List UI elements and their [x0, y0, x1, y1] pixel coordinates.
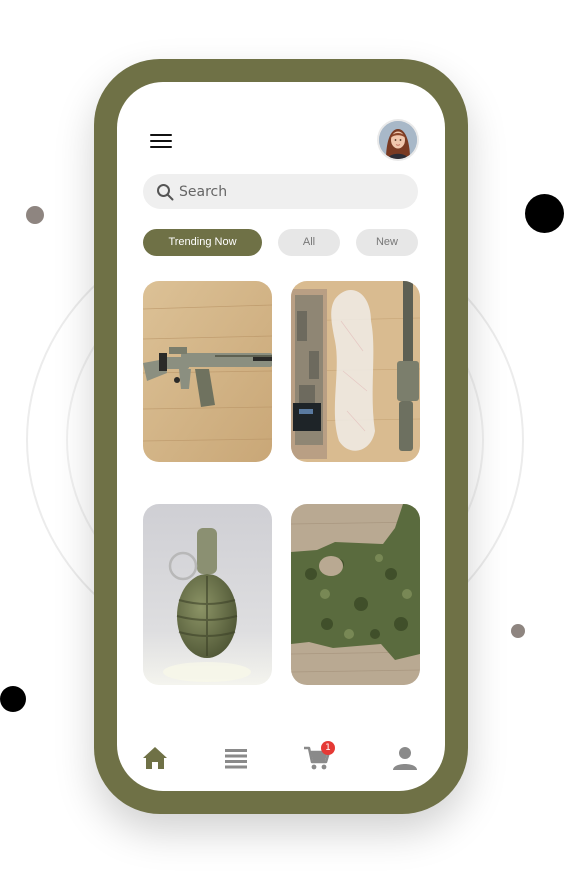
decor-dot [26, 206, 44, 224]
product-card[interactable] [143, 504, 272, 685]
nav-list[interactable] [221, 743, 251, 773]
cart-badge: 1 [321, 741, 335, 755]
search-input[interactable] [179, 174, 409, 209]
rifle-parts-image [291, 281, 420, 462]
nav-home[interactable] [140, 743, 170, 773]
product-card[interactable] [291, 281, 420, 462]
hamburger-menu-icon[interactable] [150, 132, 172, 150]
nav-cart[interactable]: 1 [302, 741, 335, 773]
product-card[interactable] [143, 281, 272, 462]
decor-dot [525, 194, 564, 233]
search-bar[interactable] [143, 174, 418, 209]
assault-rifle-image [143, 281, 272, 462]
app-screen: Trending Now All New [117, 82, 445, 791]
nav-profile[interactable] [390, 743, 420, 773]
decor-dot [0, 686, 26, 712]
profile-icon [393, 747, 417, 770]
app-stage: Trending Now All New [0, 0, 564, 882]
bottom-navigation: 1 [117, 737, 445, 777]
search-icon [157, 184, 174, 201]
filter-chip-all[interactable]: All [278, 229, 340, 256]
filter-chip-trending-now[interactable]: Trending Now [143, 229, 262, 256]
camouflage-vest-image [291, 504, 420, 685]
home-icon [143, 747, 167, 769]
list-icon [225, 749, 247, 769]
grenade-image [143, 504, 272, 685]
product-card[interactable] [291, 504, 420, 685]
decor-dot [511, 624, 525, 638]
filter-chip-new[interactable]: New [356, 229, 418, 256]
user-avatar[interactable] [379, 121, 417, 159]
